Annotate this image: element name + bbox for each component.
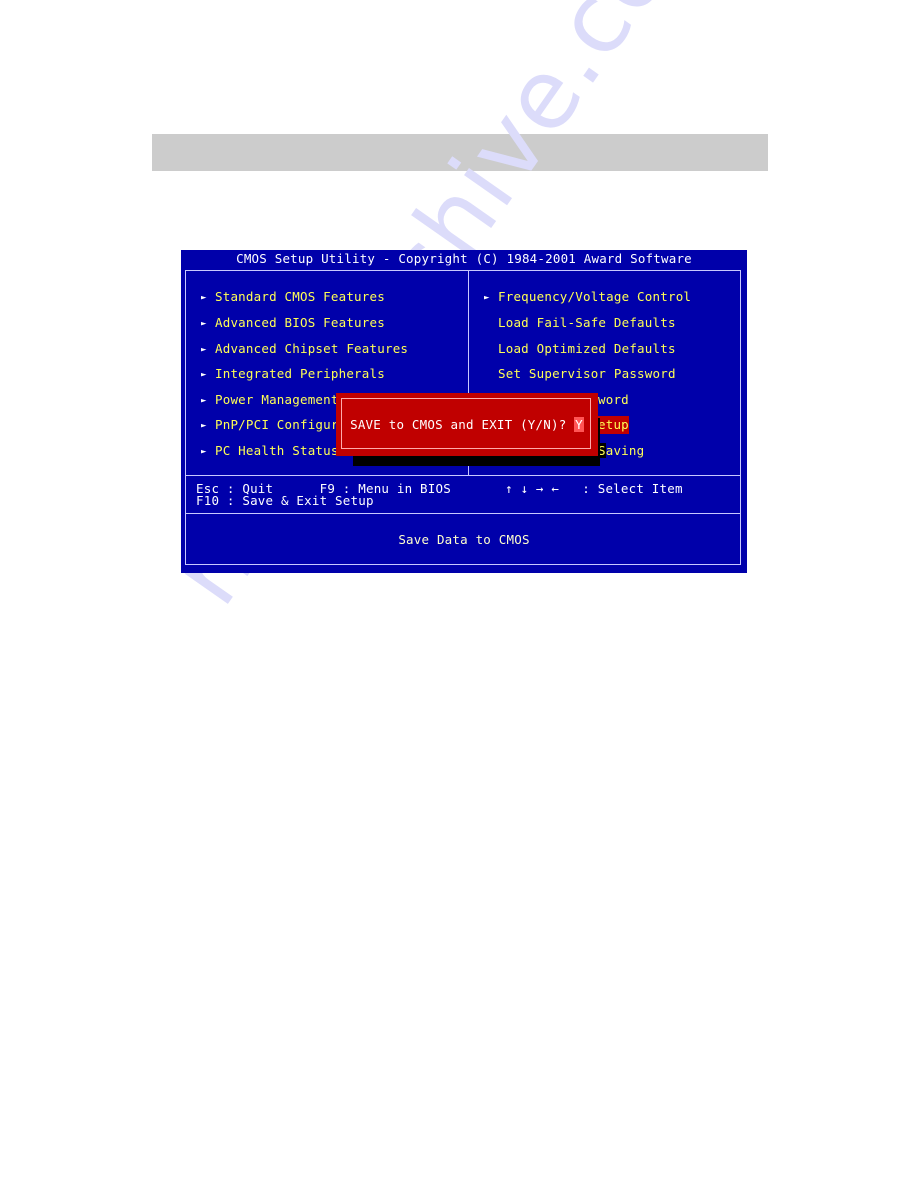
menu-item-label: PC Health Status [215, 443, 339, 458]
menu-item-label-rest: aving [605, 443, 645, 458]
save-exit-dialog: SAVE to CMOS and EXIT (Y/N)? Y [336, 393, 598, 456]
submenu-arrow-icon: ► [201, 396, 207, 406]
menu-item-load-failsafe[interactable]: Load Fail-Safe Defaults [484, 314, 676, 332]
dialog-prompt: SAVE to CMOS and EXIT (Y/N)? [350, 417, 575, 432]
submenu-arrow-icon: ► [201, 421, 207, 431]
menu-item-advanced-chipset[interactable]: ► Advanced Chipset Features [201, 340, 408, 358]
menu-item-label: Set Supervisor Password [498, 366, 676, 381]
menu-item-set-supervisor-password[interactable]: Set Supervisor Password [484, 365, 676, 383]
bottom-strip [181, 565, 747, 573]
status-text: Save Data to CMOS [398, 532, 530, 547]
submenu-arrow-icon: ► [201, 319, 207, 329]
menu-item-label: Advanced Chipset Features [215, 341, 409, 356]
submenu-arrow-icon: ► [201, 293, 207, 303]
menu-item-power-management[interactable]: ► Power Management [201, 391, 339, 409]
menu-item-advanced-bios[interactable]: ► Advanced BIOS Features [201, 314, 385, 332]
dialog-input[interactable]: Y [574, 417, 584, 432]
submenu-arrow-icon: ► [484, 293, 490, 303]
menu-item-label: Load Optimized Defaults [498, 341, 676, 356]
menu-item-integrated-peripherals[interactable]: ► Integrated Peripherals [201, 365, 385, 383]
menu-item-save-exit-setup[interactable]: etup [598, 416, 629, 434]
help-divider [185, 475, 741, 476]
bios-title: CMOS Setup Utility - Copyright (C) 1984-… [236, 251, 692, 266]
menu-item-label: Frequency/Voltage Control [498, 289, 692, 304]
menu-item-label: Advanced BIOS Features [215, 315, 385, 330]
menu-item-label: Power Management [215, 392, 339, 407]
menu-item-load-optimized[interactable]: Load Optimized Defaults [484, 340, 676, 358]
menu-item-label: etup [598, 417, 629, 432]
bios-screen: CMOS Setup Utility - Copyright (C) 1984-… [181, 250, 747, 573]
menu-item-label: Integrated Peripherals [215, 366, 385, 381]
submenu-arrow-icon: ► [201, 370, 207, 380]
menu-item-pnp-pci[interactable]: ► PnP/PCI Configura [201, 416, 346, 434]
menu-item-label: Standard CMOS Features [215, 289, 385, 304]
menu-item-set-user-password[interactable]: word [598, 391, 629, 409]
submenu-arrow-icon: ► [201, 345, 207, 355]
menu-item-pc-health[interactable]: ► PC Health Status [201, 442, 339, 460]
menu-item-exit-without-saving[interactable]: Saving [598, 442, 644, 460]
dialog-prompt-line: SAVE to CMOS and EXIT (Y/N)? Y [336, 393, 598, 456]
menu-item-frequency-voltage[interactable]: ► Frequency/Voltage Control [484, 288, 691, 306]
menu-item-standard-cmos[interactable]: ► Standard CMOS Features [201, 288, 385, 306]
help-line-2: F10 : Save & Exit Setup [196, 493, 374, 508]
menu-item-label: Load Fail-Safe Defaults [498, 315, 676, 330]
menu-item-label: word [598, 392, 629, 407]
submenu-arrow-icon: ► [201, 447, 207, 457]
status-divider [185, 513, 741, 514]
menu-item-label: PnP/PCI Configura [215, 417, 347, 432]
